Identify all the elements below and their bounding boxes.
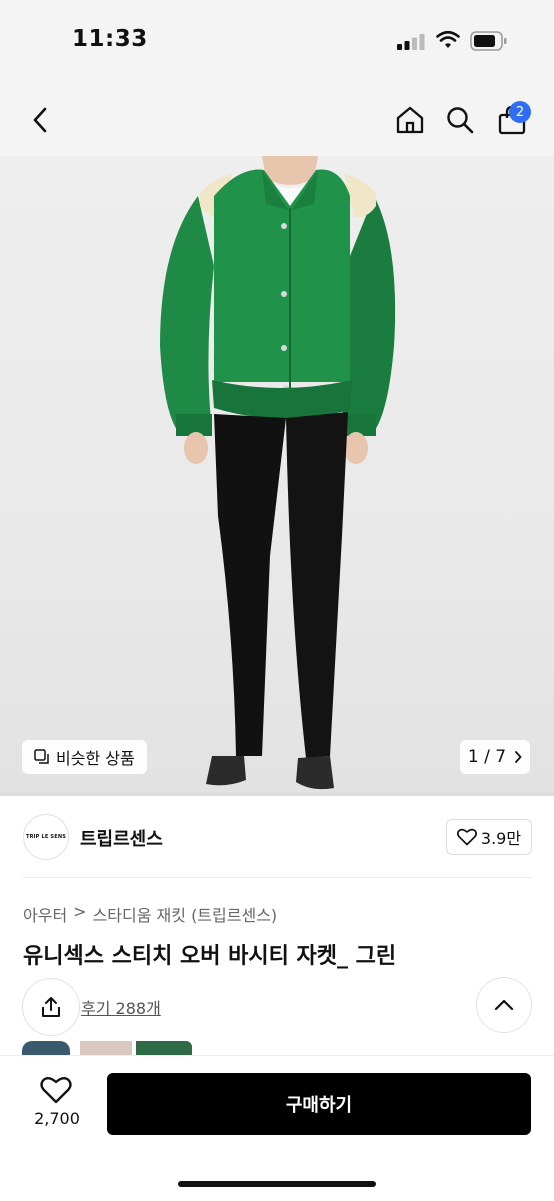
wifi-icon bbox=[436, 30, 460, 48]
brand-like-count: 3.9만 bbox=[480, 829, 522, 848]
brand-name[interactable]: 트립르센스 bbox=[80, 825, 163, 851]
back-icon bbox=[33, 107, 47, 133]
chevron-up-icon bbox=[494, 999, 514, 1011]
status-time: 11:33 bbox=[72, 26, 148, 52]
buy-button[interactable]: 구매하기 bbox=[107, 1073, 531, 1135]
similar-icon bbox=[34, 749, 49, 764]
heart-icon bbox=[456, 828, 477, 846]
search-button[interactable] bbox=[442, 102, 478, 138]
like-count: 2,700 bbox=[34, 1109, 80, 1128]
share-icon bbox=[42, 997, 60, 1017]
home-icon bbox=[396, 106, 424, 134]
chevron-right-icon bbox=[515, 751, 522, 763]
signal-icon bbox=[397, 34, 425, 50]
product-image[interactable] bbox=[0, 156, 554, 796]
image-page-counter[interactable]: 1 / 7 bbox=[460, 740, 530, 774]
reviews-link[interactable]: 후기 288개 bbox=[81, 995, 161, 1019]
product-photo-illustration bbox=[0, 156, 554, 796]
breadcrumb: 아우터 > 스타디움 재킷 (트립르센스) bbox=[23, 902, 277, 926]
heart-icon[interactable] bbox=[40, 1076, 72, 1104]
breadcrumb-category[interactable]: 아우터 bbox=[23, 902, 67, 926]
search-icon bbox=[447, 107, 474, 134]
page-counter-text: 1 / 7 bbox=[467, 747, 507, 767]
home-indicator bbox=[178, 1181, 376, 1187]
battery-icon bbox=[470, 31, 507, 51]
brand-like-button[interactable]: 3.9만 bbox=[446, 819, 532, 855]
breadcrumb-separator: > bbox=[73, 902, 87, 921]
brand-logo[interactable]: TRIP LE SENS bbox=[23, 814, 69, 860]
cart-count-badge: 2 bbox=[509, 101, 531, 123]
similar-products-button[interactable]: 비슷한 상품 bbox=[22, 740, 147, 774]
divider bbox=[22, 877, 532, 878]
brand-logo-text: TRIP LE SENS bbox=[25, 834, 67, 840]
share-button[interactable] bbox=[22, 978, 80, 1036]
home-button[interactable] bbox=[392, 102, 428, 138]
similar-products-label: 비슷한 상품 bbox=[56, 749, 135, 768]
breadcrumb-subcategory[interactable]: 스타디움 재킷 (트립르센스) bbox=[93, 902, 278, 926]
product-title: 유니섹스 스티치 오버 바시티 자켓_ 그린 bbox=[23, 944, 397, 969]
scroll-to-top-button[interactable] bbox=[476, 977, 532, 1033]
back-button[interactable] bbox=[24, 102, 56, 138]
